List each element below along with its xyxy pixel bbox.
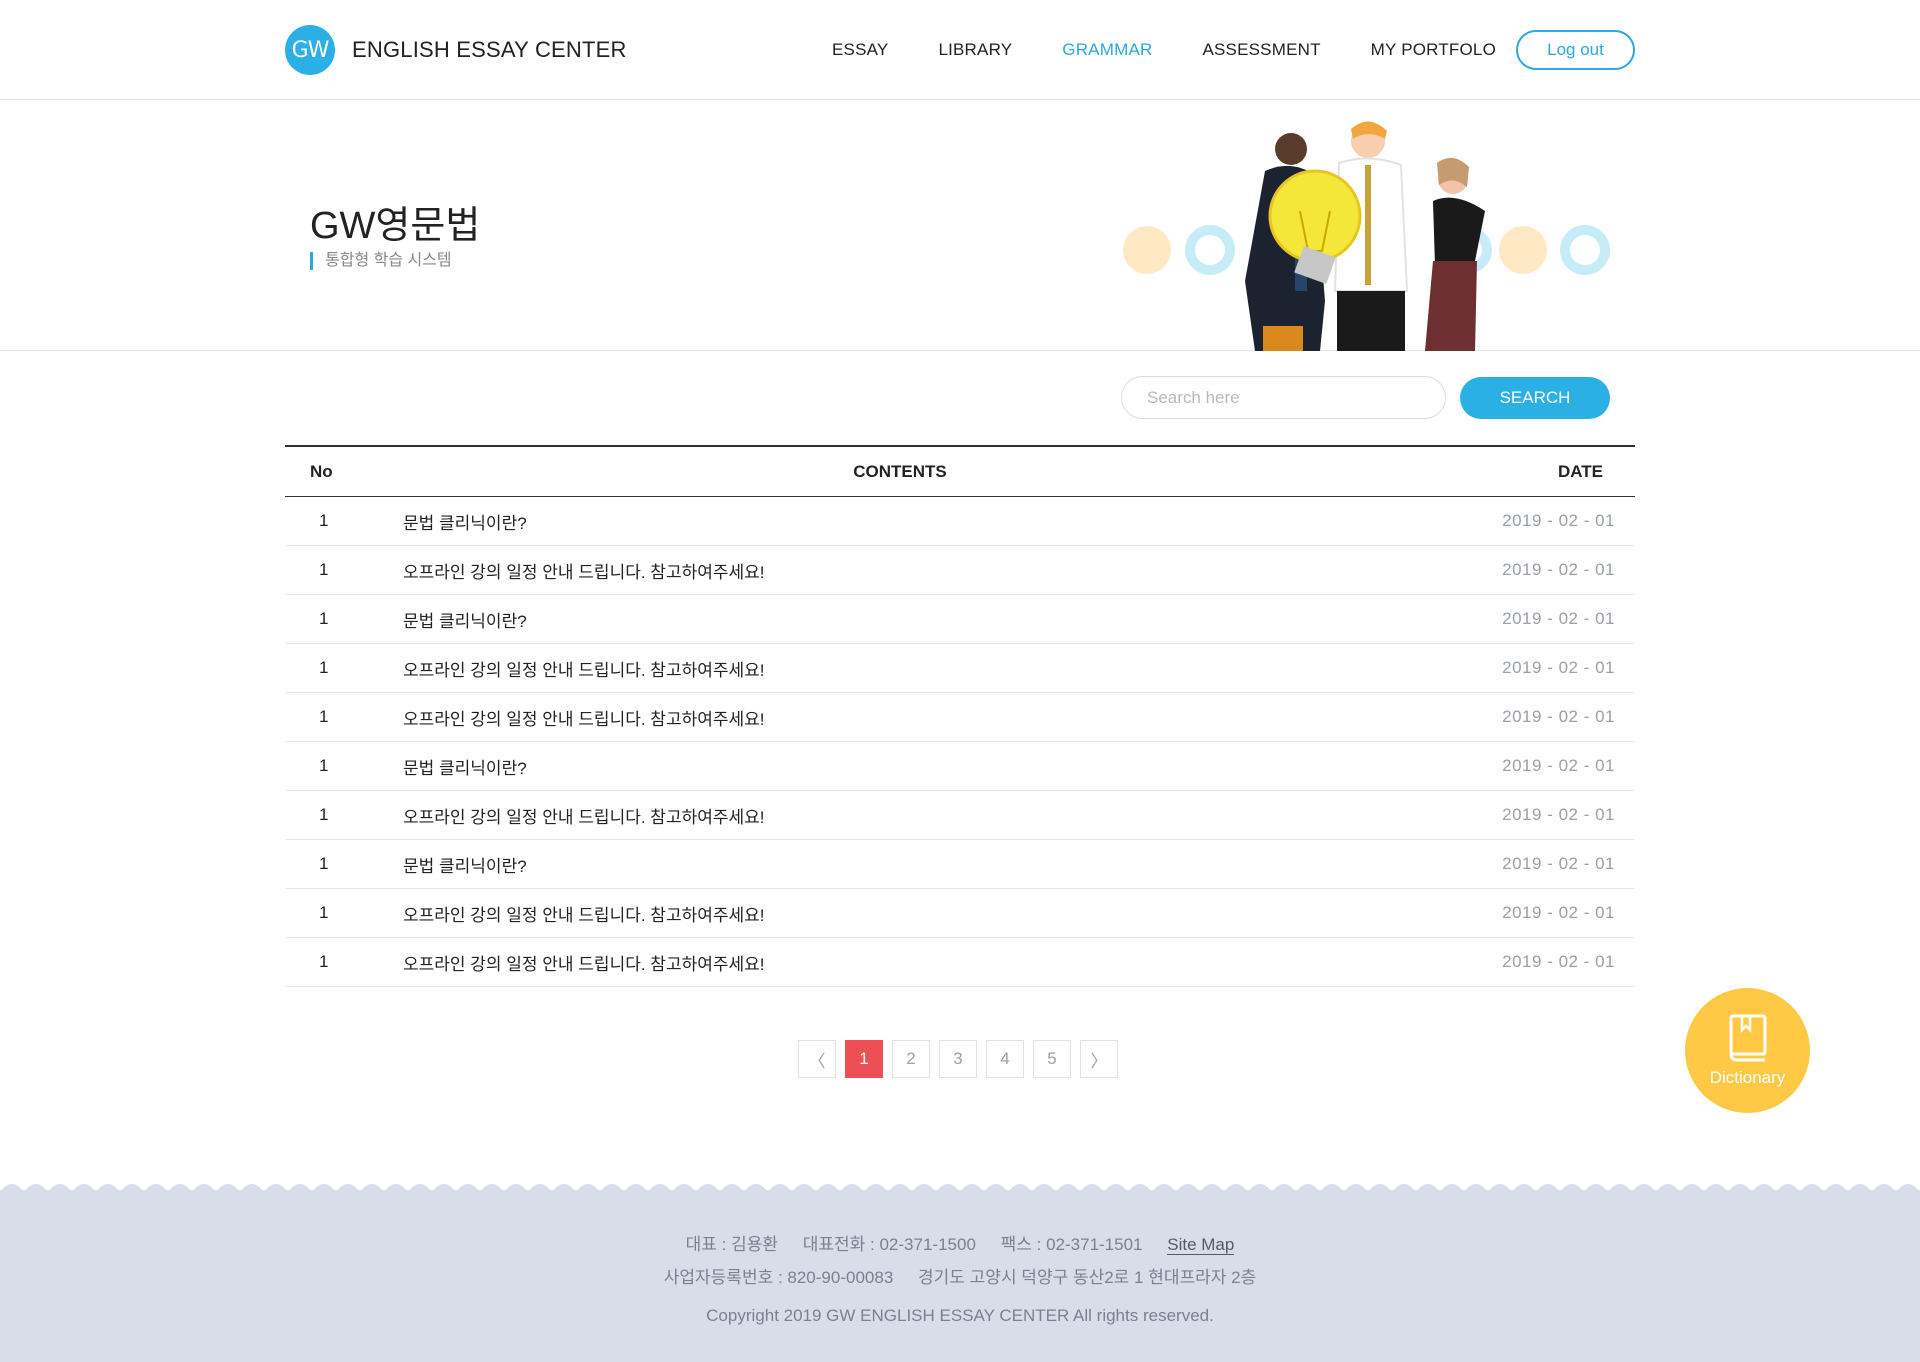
footer-phone: 대표전화 : 02-371-1500 xyxy=(802,1235,976,1254)
row-date: 2019 - 02 - 01 xyxy=(1502,609,1615,628)
footer-fax: 팩스 : 02-371-1501 xyxy=(1000,1235,1143,1254)
table-row[interactable]: 1 문법 클리닉이란? 2019 - 02 - 01 xyxy=(285,742,1635,791)
row-date: 2019 - 02 - 01 xyxy=(1502,756,1615,775)
logout-button[interactable]: Log out xyxy=(1516,30,1635,70)
nav-assessment[interactable]: ASSESSMENT xyxy=(1202,40,1320,60)
deco-ring-icon xyxy=(1560,225,1610,275)
row-title-link[interactable]: 문법 클리닉이란? xyxy=(403,754,1435,779)
page-title: GW영문법 xyxy=(310,205,481,247)
nav-grammar[interactable]: GRAMMAR xyxy=(1062,40,1152,60)
table-row[interactable]: 1 문법 클리닉이란? 2019 - 02 - 01 xyxy=(285,595,1635,644)
table-row[interactable]: 1 문법 클리닉이란? 2019 - 02 - 01 xyxy=(285,840,1635,889)
search-button[interactable]: SEARCH xyxy=(1460,377,1610,419)
row-no: 1 xyxy=(319,609,329,628)
table-row[interactable]: 1 문법 클리닉이란? 2019 - 02 - 01 xyxy=(285,497,1635,546)
row-no: 1 xyxy=(319,560,329,579)
sitemap-link[interactable]: Site Map xyxy=(1167,1235,1235,1255)
nav-library[interactable]: LIBRARY xyxy=(938,40,1012,60)
footer-ceo: 대표 : 김용환 xyxy=(685,1235,779,1254)
row-title-link[interactable]: 오프라인 강의 일정 안내 드립니다. 참고하여주세요! xyxy=(403,656,1435,681)
footer-business-no: 사업자등록번호 : 820-90-00083 xyxy=(663,1268,894,1287)
site-header: GW ENGLISH ESSAY CENTER ESSAY LIBRARY GR… xyxy=(0,0,1920,100)
row-no: 1 xyxy=(319,658,329,677)
footer-address: 경기도 고양시 덕양구 동산2로 1 현대프라자 2층 xyxy=(918,1268,1257,1287)
row-title-link[interactable]: 문법 클리닉이란? xyxy=(403,852,1435,877)
copyright: Copyright 2019 GW ENGLISH ESSAY CENTER A… xyxy=(706,1306,1214,1325)
page-2-button[interactable]: 2 xyxy=(892,1040,930,1078)
dictionary-label: Dictionary xyxy=(1709,1067,1786,1087)
row-title-link[interactable]: 오프라인 강의 일정 안내 드립니다. 참고하여주세요! xyxy=(403,558,1435,583)
table-row[interactable]: 1 오프라인 강의 일정 안내 드립니다. 참고하여주세요! 2019 - 02… xyxy=(285,938,1635,987)
page-3-button[interactable]: 3 xyxy=(939,1040,977,1078)
row-no: 1 xyxy=(319,952,329,971)
row-no: 1 xyxy=(319,805,329,824)
row-date: 2019 - 02 - 01 xyxy=(1502,560,1615,579)
logo-text: ENGLISH ESSAY CENTER xyxy=(352,37,627,62)
row-date: 2019 - 02 - 01 xyxy=(1502,952,1615,971)
logo[interactable]: GW ENGLISH ESSAY CENTER xyxy=(285,25,627,75)
header-no: No xyxy=(310,461,333,481)
hero-banner: GW영문법 통합형 학습 시스템 xyxy=(0,101,1920,351)
row-date: 2019 - 02 - 01 xyxy=(1502,707,1615,726)
logo-mark: GW xyxy=(285,25,335,75)
page-4-button[interactable]: 4 xyxy=(986,1040,1024,1078)
dictionary-button[interactable]: Dictionary xyxy=(1685,988,1810,1113)
site-footer: 대표 : 김용환 대표전화 : 02-371-1500 팩스 : 02-371-… xyxy=(0,1184,1920,1362)
row-no: 1 xyxy=(319,707,329,726)
table-row[interactable]: 1 오프라인 강의 일정 안내 드립니다. 참고하여주세요! 2019 - 02… xyxy=(285,889,1635,938)
table-row[interactable]: 1 오프라인 강의 일정 안내 드립니다. 참고하여주세요! 2019 - 02… xyxy=(285,791,1635,840)
person-right-icon xyxy=(1425,157,1485,351)
row-no: 1 xyxy=(319,854,329,873)
row-date: 2019 - 02 - 01 xyxy=(1502,658,1615,677)
deco-circle-icon xyxy=(1123,226,1171,274)
book-icon xyxy=(1729,1014,1766,1061)
table-row[interactable]: 1 오프라인 강의 일정 안내 드립니다. 참고하여주세요! 2019 - 02… xyxy=(285,693,1635,742)
row-no: 1 xyxy=(319,756,329,775)
page-5-button[interactable]: 5 xyxy=(1033,1040,1071,1078)
prev-page-button[interactable]: 〈 xyxy=(798,1040,836,1078)
row-title-link[interactable]: 오프라인 강의 일정 안내 드립니다. 참고하여주세요! xyxy=(403,705,1435,730)
table-row[interactable]: 1 오프라인 강의 일정 안내 드립니다. 참고하여주세요! 2019 - 02… xyxy=(285,644,1635,693)
row-title-link[interactable]: 오프라인 강의 일정 안내 드립니다. 참고하여주세요! xyxy=(403,950,1435,975)
next-page-button[interactable]: 〉 xyxy=(1080,1040,1118,1078)
search-input[interactable] xyxy=(1121,376,1446,419)
row-date: 2019 - 02 - 01 xyxy=(1502,511,1615,530)
deco-ring-icon xyxy=(1185,225,1235,275)
row-date: 2019 - 02 - 01 xyxy=(1502,805,1615,824)
table-header: No CONTENTS DATE xyxy=(285,447,1635,497)
hero-illustration xyxy=(1123,121,1610,351)
table-row[interactable]: 1 오프라인 강의 일정 안내 드립니다. 참고하여주세요! 2019 - 02… xyxy=(285,546,1635,595)
nav-essay[interactable]: ESSAY xyxy=(832,40,888,60)
row-title-link[interactable]: 오프라인 강의 일정 안내 드립니다. 참고하여주세요! xyxy=(403,803,1435,828)
row-title-link[interactable]: 문법 클리닉이란? xyxy=(403,509,1435,534)
pagination: 〈 1 2 3 4 5 〉 xyxy=(798,1040,1127,1078)
page-subtitle: 통합형 학습 시스템 xyxy=(310,252,452,270)
nav-my-portfolio[interactable]: MY PORTFOLO xyxy=(1371,40,1496,60)
row-no: 1 xyxy=(319,511,329,530)
main-nav: ESSAY LIBRARY GRAMMAR ASSESSMENT MY PORT… xyxy=(832,40,1546,60)
deco-circle-icon xyxy=(1499,226,1547,274)
page-1-button[interactable]: 1 xyxy=(845,1040,883,1078)
footer-wave xyxy=(0,1184,1920,1192)
header-date: DATE xyxy=(1557,461,1603,481)
footer-info-line: 대표 : 김용환 대표전화 : 02-371-1500 팩스 : 02-371-… xyxy=(0,1230,1920,1255)
footer-address-line: 사업자등록번호 : 820-90-00083 경기도 고양시 덕양구 동산2로 … xyxy=(0,1263,1920,1288)
row-date: 2019 - 02 - 01 xyxy=(1502,854,1615,873)
row-date: 2019 - 02 - 01 xyxy=(1502,903,1615,922)
post-table: No CONTENTS DATE 1 문법 클리닉이란? 2019 - 02 -… xyxy=(285,445,1635,987)
row-no: 1 xyxy=(319,903,329,922)
row-title-link[interactable]: 문법 클리닉이란? xyxy=(403,607,1435,632)
header-contents: CONTENTS xyxy=(853,461,947,481)
row-title-link[interactable]: 오프라인 강의 일정 안내 드립니다. 참고하여주세요! xyxy=(403,901,1435,926)
